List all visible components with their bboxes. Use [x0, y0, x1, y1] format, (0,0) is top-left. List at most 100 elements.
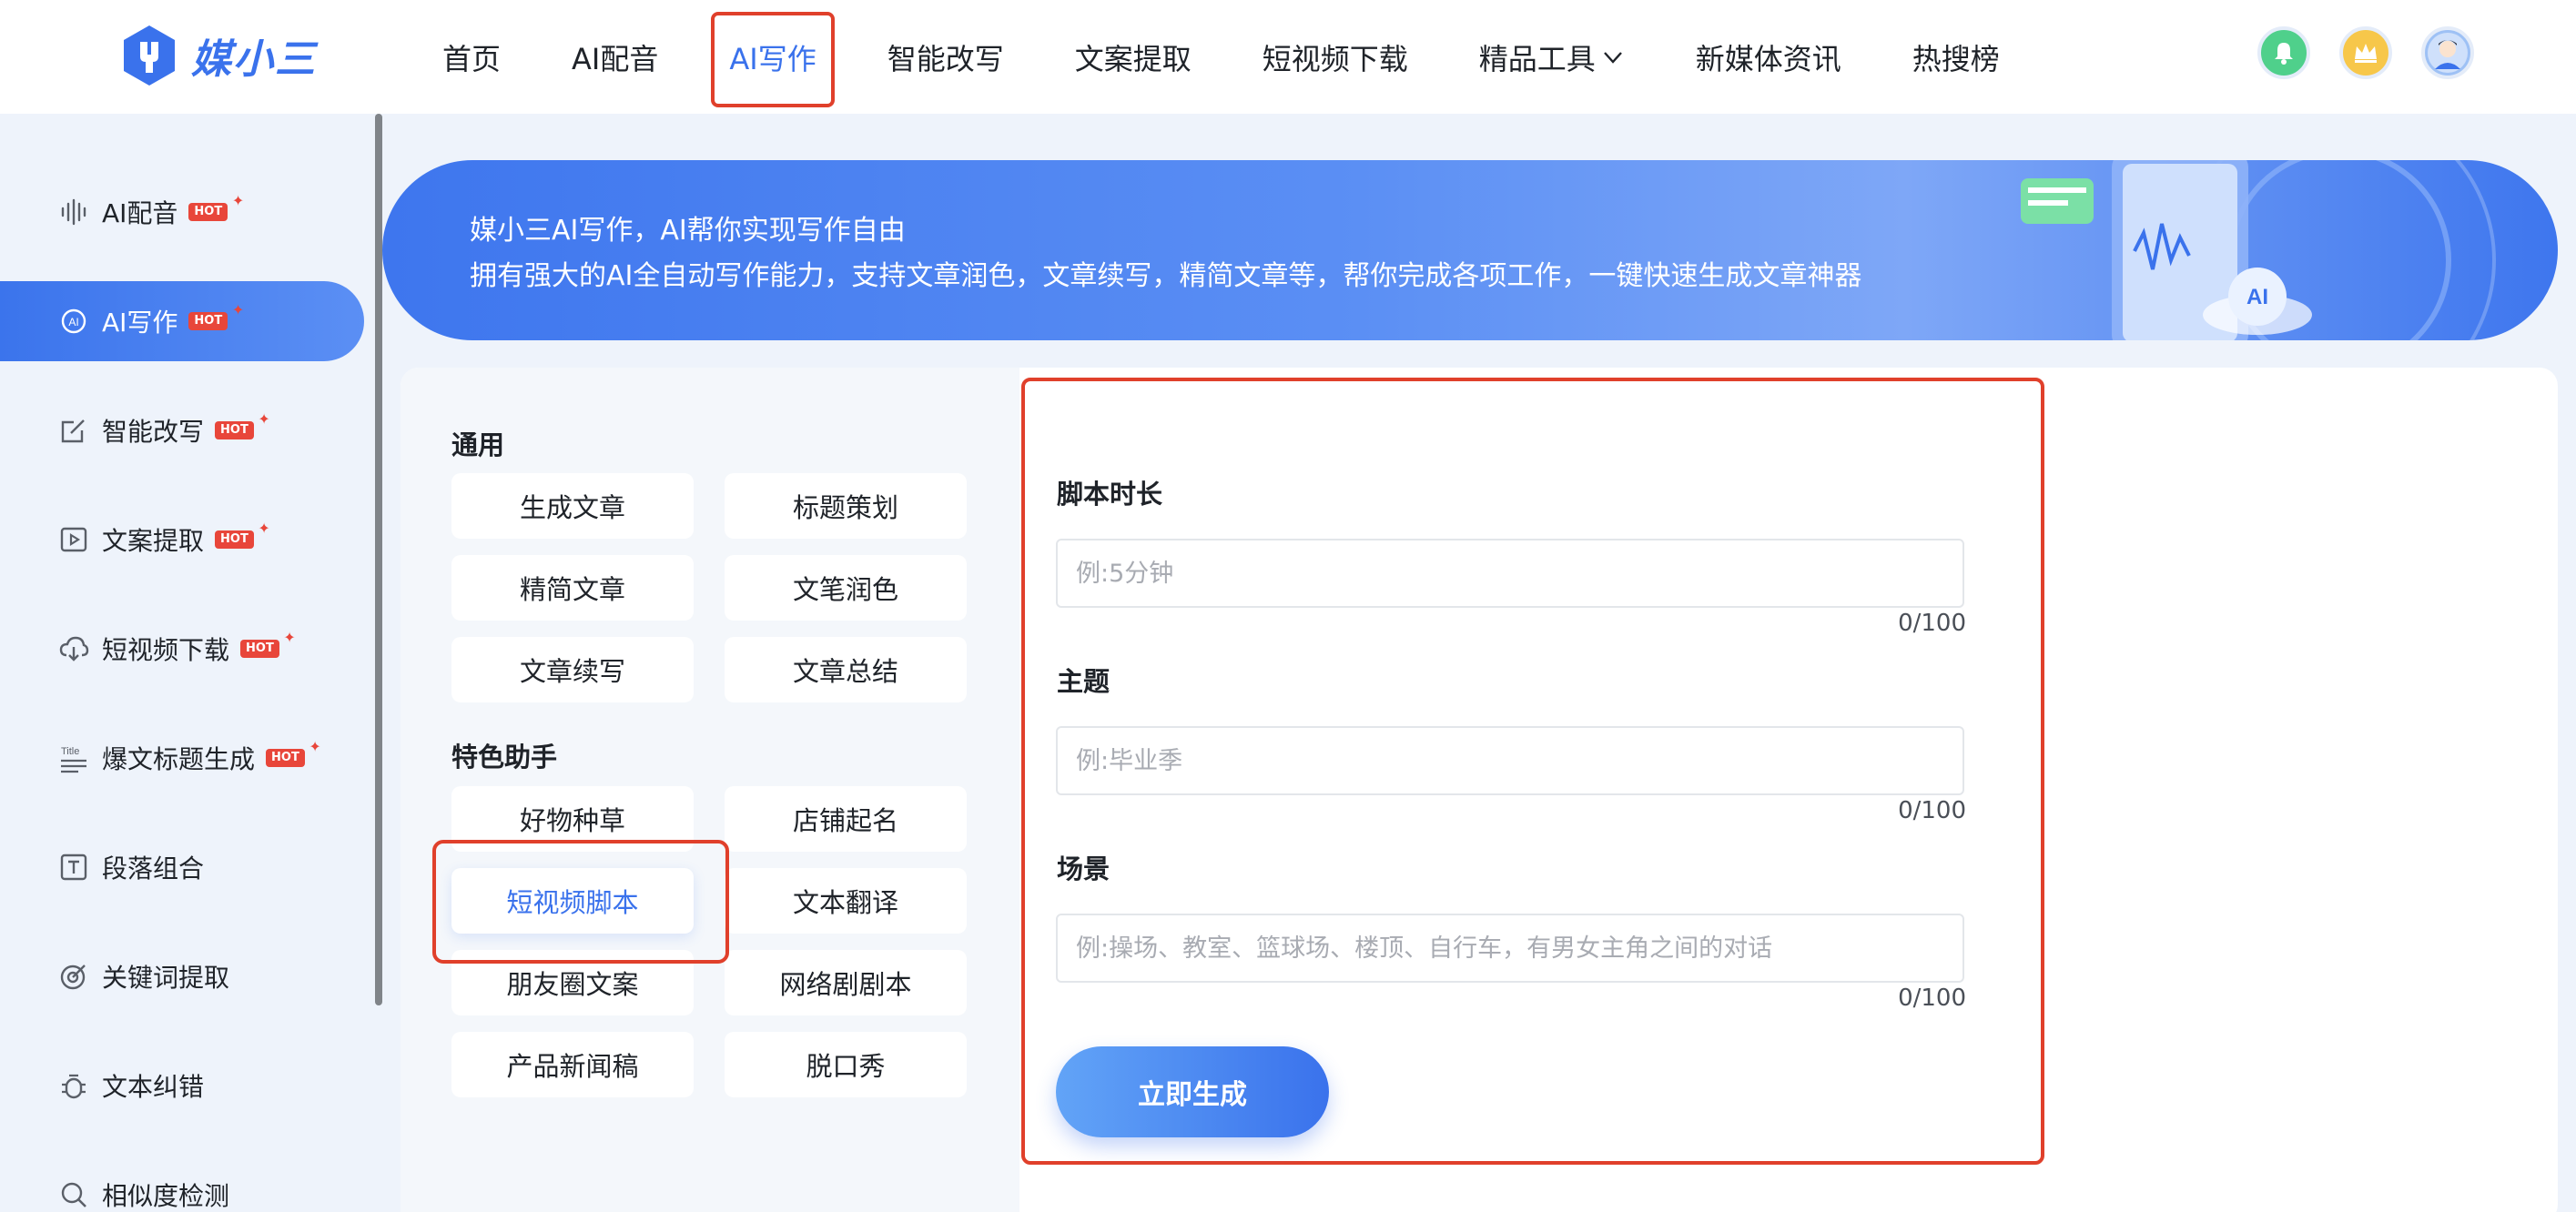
- sidebar-item-ai-writing[interactable]: AI AI写作 HOT: [0, 281, 364, 361]
- main-nav: 首页 AI配音 AI写作 智能改写 文案提取 短视频下载 精品工具 新媒体资讯 …: [419, 0, 2047, 114]
- hero-banner: 媒小三AI写作，AI帮你实现写作自由 拥有强大的AI全自动写作能力，支持文章润色…: [382, 160, 2558, 340]
- sidebar-item-label: AI写作: [102, 308, 178, 338]
- hot-badge: HOT: [215, 412, 270, 439]
- tool-polish-writing[interactable]: 文笔润色: [725, 555, 967, 621]
- vip-button[interactable]: [2339, 26, 2392, 79]
- tool-title-planning[interactable]: 标题策划: [725, 473, 967, 539]
- ai-writing-icon: AI: [61, 308, 86, 334]
- sidebar-item-label: 文案提取: [102, 526, 205, 556]
- tool-label: 生成文章: [519, 492, 625, 523]
- avatar-icon: [2428, 33, 2468, 73]
- sidebar-item-label: 关键词提取: [102, 963, 230, 993]
- target-icon: [60, 965, 86, 990]
- tool-label: 店铺起名: [792, 805, 898, 836]
- bug-check-icon: [62, 1074, 86, 1099]
- sidebar-item-label: AI配音: [102, 198, 178, 228]
- svg-text:Title: Title: [61, 746, 79, 757]
- nav-item-label: AI写作: [729, 41, 816, 76]
- banner-title: 媒小三AI写作，AI帮你实现写作自由: [470, 215, 906, 247]
- banner-subtitle: 拥有强大的AI全自动写作能力，支持文章润色，文章续写，精简文章等，帮你完成各项工…: [470, 260, 1862, 292]
- logo-mark-icon: [124, 25, 175, 86]
- tool-text-translation[interactable]: 文本翻译: [725, 868, 967, 934]
- duration-label: 脚本时长: [1057, 479, 1163, 510]
- selected-tool-highlight: [432, 840, 729, 964]
- nav-item-label: AI配音: [572, 41, 659, 76]
- sidebar-item-copy-extract[interactable]: 文案提取 HOT: [0, 500, 364, 580]
- hot-badge: HOT: [188, 194, 244, 221]
- waveform-icon: [61, 198, 86, 226]
- tool-label: 网络剧剧本: [779, 969, 912, 1000]
- nav-item-smart-rewrite[interactable]: 智能改写: [864, 7, 1028, 107]
- nav-item-label: 首页: [442, 41, 502, 76]
- ai-phone-illustration-icon: AI: [2021, 160, 2496, 340]
- sidebar-item-label: 爆文标题生成: [102, 744, 256, 774]
- group-title-general: 通用: [451, 429, 505, 460]
- topic-label: 主题: [1057, 666, 1111, 697]
- user-avatar[interactable]: [2421, 26, 2474, 79]
- chevron-down-icon: [1603, 51, 1622, 64]
- tool-label: 脱口秀: [806, 1051, 886, 1082]
- hot-badge: HOT: [266, 740, 321, 767]
- sidebar-item-label: 智能改写: [102, 417, 205, 447]
- video-play-icon: [60, 527, 87, 552]
- nav-item-label: 智能改写: [887, 41, 1004, 76]
- tool-web-drama-script[interactable]: 网络剧剧本: [725, 950, 967, 1015]
- nav-item-label: 热搜榜: [1912, 41, 2000, 76]
- svg-text:AI: AI: [68, 316, 78, 328]
- duration-input[interactable]: [1056, 539, 1964, 608]
- svg-text:AI: AI: [2246, 285, 2268, 309]
- scene-label: 场景: [1057, 853, 1111, 884]
- sidebar-item-headline-generator[interactable]: Title 爆文标题生成 HOT: [0, 718, 364, 798]
- tool-generate-article[interactable]: 生成文章: [451, 473, 694, 539]
- nav-item-ai-dubbing[interactable]: AI配音: [548, 7, 682, 107]
- scene-input[interactable]: [1056, 914, 1964, 983]
- sidebar-scrollbar[interactable]: [375, 114, 382, 1005]
- nav-item-premium-tools[interactable]: 精品工具: [1455, 7, 1648, 107]
- tool-label: 文章续写: [519, 656, 625, 687]
- sidebar-item-keyword-extract[interactable]: 关键词提取: [0, 936, 364, 1016]
- hot-badge: HOT: [240, 631, 296, 658]
- sidebar-item-video-download[interactable]: 短视频下载 HOT: [0, 609, 364, 689]
- nav-item-media-news[interactable]: 新媒体资讯: [1672, 7, 1865, 107]
- nav-item-hot-list[interactable]: 热搜榜: [1889, 7, 2023, 107]
- sidebar-item-ai-dubbing[interactable]: AI配音 HOT: [0, 172, 364, 252]
- brand-name: 媒小三: [191, 36, 317, 83]
- tool-press-release[interactable]: 产品新闻稿: [451, 1032, 694, 1097]
- nav-item-ai-writing[interactable]: AI写作: [705, 7, 839, 107]
- nav-item-home[interactable]: 首页: [419, 7, 524, 107]
- topic-input[interactable]: [1056, 726, 1964, 795]
- tool-label: 文章总结: [792, 656, 898, 687]
- tool-label: 精简文章: [519, 574, 625, 605]
- edit-icon: [61, 419, 85, 443]
- duration-counter: 0/100: [1898, 610, 1966, 637]
- tool-label: 产品新闻稿: [506, 1051, 639, 1082]
- sidebar-item-similarity-check[interactable]: 相似度检测: [0, 1155, 364, 1212]
- topic-counter: 0/100: [1898, 797, 1966, 824]
- tool-label: 好物种草: [519, 805, 625, 836]
- nav-item-label: 短视频下载: [1262, 41, 1408, 76]
- crown-icon: [2355, 44, 2377, 63]
- top-bar: 媒小三 首页 AI配音 AI写作 智能改写 文案提取 短视频下载 精品工具 新媒…: [0, 0, 2576, 114]
- bell-icon: [2275, 43, 2293, 65]
- nav-item-copy-extract[interactable]: 文案提取: [1051, 7, 1215, 107]
- generate-button[interactable]: 立即生成: [1056, 1046, 1329, 1137]
- nav-item-video-download[interactable]: 短视频下载: [1239, 7, 1432, 107]
- tool-simplify-article[interactable]: 精简文章: [451, 555, 694, 621]
- notification-button[interactable]: [2257, 26, 2310, 79]
- text-box-icon: [60, 853, 87, 881]
- magnifier-icon: [61, 1182, 86, 1207]
- tool-stand-up-comedy[interactable]: 脱口秀: [725, 1032, 967, 1097]
- sidebar-item-label: 短视频下载: [102, 635, 230, 665]
- hot-badge: HOT: [188, 303, 244, 330]
- sidebar-item-text-correction[interactable]: 文本纠错: [0, 1045, 364, 1126]
- sidebar-item-label: 段落组合: [102, 853, 205, 884]
- logo[interactable]: 媒小三: [120, 24, 317, 87]
- sidebar-item-smart-rewrite[interactable]: 智能改写 HOT: [0, 390, 364, 470]
- tool-continue-article[interactable]: 文章续写: [451, 637, 694, 702]
- tool-label: 朋友圈文案: [506, 969, 639, 1000]
- sidebar-item-label: 相似度检测: [102, 1181, 230, 1211]
- tool-summarize-article[interactable]: 文章总结: [725, 637, 967, 702]
- tool-shop-naming[interactable]: 店铺起名: [725, 786, 967, 852]
- sidebar-item-paragraph-combine[interactable]: 段落组合: [0, 827, 364, 907]
- cloud-download-icon: [59, 636, 89, 662]
